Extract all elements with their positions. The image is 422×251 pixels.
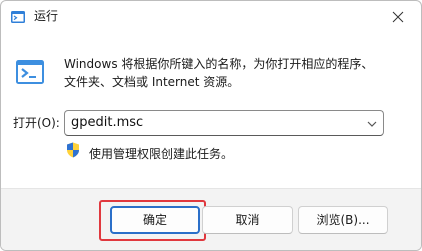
open-input[interactable]: gpedit.msc [71,115,143,131]
browse-button[interactable]: 浏览(B)... [298,206,388,234]
uac-shield-icon [66,142,80,158]
open-label: 打开(O): [13,116,60,130]
run-dialog-icon [10,9,26,25]
ok-button[interactable]: 确定 [110,206,200,234]
chevron-down-icon[interactable] [365,116,379,130]
run-icon [15,58,45,86]
run-dialog: 运行 Windows 将根据你所键入的名称，为你打开相应的程序、 文件夹、文档或… [0,0,422,251]
window-title: 运行 [34,9,59,23]
close-icon [392,8,404,27]
description-line-2: 文件夹、文档或 Internet 资源。 [64,75,240,89]
admin-note: 使用管理权限创建此任务。 [89,147,234,161]
close-button[interactable] [375,1,421,33]
title-bar[interactable]: 运行 [1,1,421,33]
open-combobox[interactable]: gpedit.msc [64,110,384,136]
description-line-1: Windows 将根据你所键入的名称，为你打开相应的程序、 [64,57,374,71]
cancel-button[interactable]: 取消 [202,206,293,234]
description: Windows 将根据你所键入的名称，为你打开相应的程序、 文件夹、文档或 In… [64,55,404,91]
